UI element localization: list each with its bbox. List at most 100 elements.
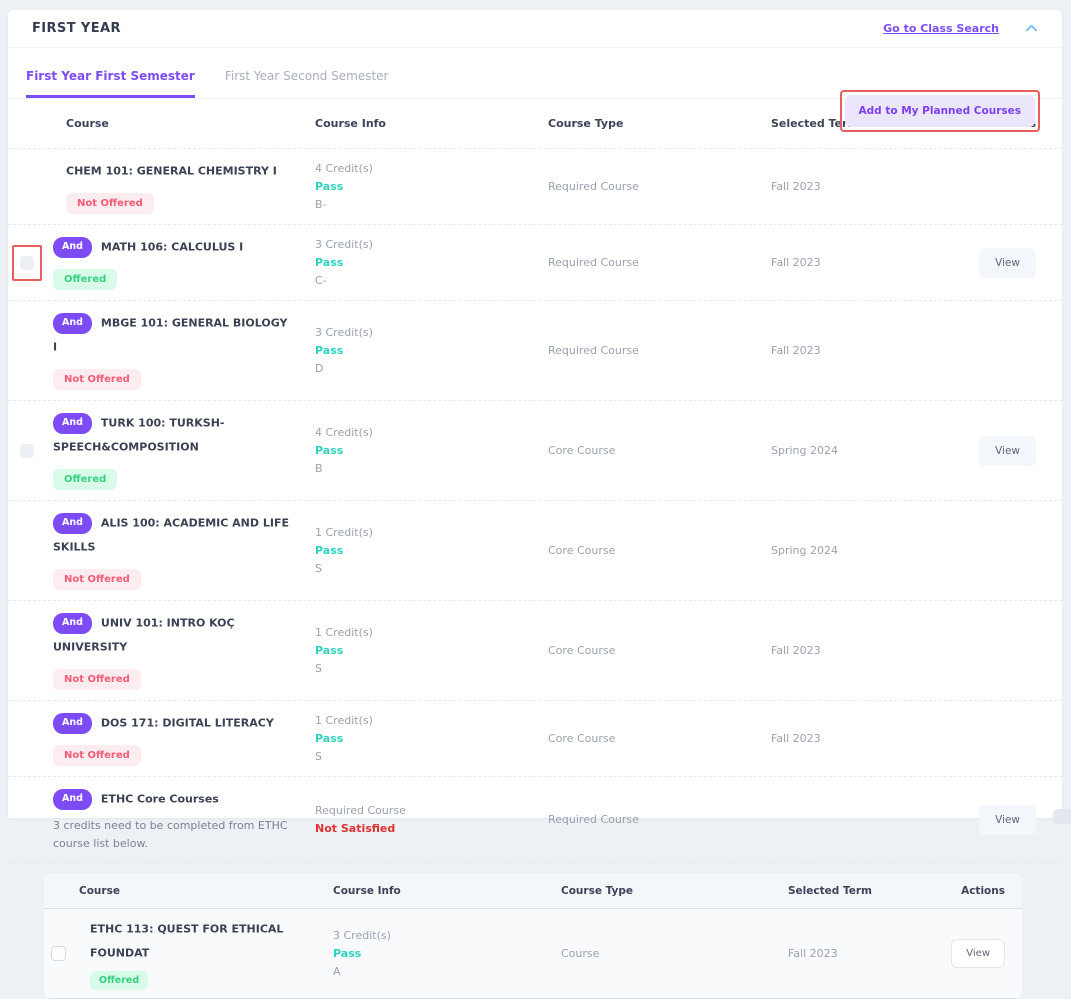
course-info-cell: 3 Credit(s)PassD	[305, 326, 538, 375]
credits-text: 3 Credit(s)	[315, 238, 538, 251]
course-checkbox[interactable]	[20, 256, 34, 270]
page-title: FIRST YEAR	[32, 21, 121, 36]
view-button[interactable]: View	[979, 805, 1036, 835]
view-button[interactable]: View	[979, 248, 1036, 278]
grade-text: A	[333, 965, 551, 978]
course-title: MATH 106: CALCULUS I	[101, 240, 243, 253]
sub-column-header-actions: Actions	[927, 885, 1005, 897]
course-description: 3 credits need to be completed from ETHC…	[53, 817, 293, 852]
credits-text: 4 Credit(s)	[315, 426, 538, 439]
sub-table-header: Course Course Info Course Type Selected …	[44, 873, 1022, 909]
pass-text: Pass	[315, 344, 538, 357]
selected-term-cell: Fall 2023	[761, 256, 958, 269]
and-badge: And	[53, 237, 92, 257]
status-badge: Not Offered	[53, 669, 141, 690]
credits-text: 3 Credit(s)	[333, 929, 551, 942]
course-checkbox[interactable]	[20, 444, 34, 458]
course-row: AndDOS 171: DIGITAL LITERACYNot Offered1…	[8, 701, 1062, 777]
column-header-course: Course	[53, 117, 305, 130]
status-badge: Not Offered	[53, 569, 141, 590]
course-type-cell: Core Course	[538, 732, 761, 745]
course-row: AndMBGE 101: GENERAL BIOLOGY INot Offere…	[8, 301, 1062, 401]
course-row: AndALIS 100: ACADEMIC AND LIFE SKILLSNot…	[8, 501, 1062, 601]
annotation-box-checkbox	[12, 245, 42, 281]
pass-text: Pass	[315, 732, 538, 745]
column-header-course-type: Course Type	[538, 117, 761, 130]
course-title: ETHC Core Courses	[101, 792, 219, 805]
first-year-panel: FIRST YEAR Go to Class Search First Year…	[8, 10, 1062, 818]
course-title: ETHC 113: QUEST FOR ETHICAL FOUNDAT	[90, 922, 283, 959]
not-satisfied-text: Not Satisfied	[315, 822, 538, 835]
course-type-cell: Required Course	[538, 256, 761, 269]
course-title: DOS 171: DIGITAL LITERACY	[101, 716, 274, 729]
pass-text: Pass	[315, 444, 538, 457]
course-info-cell: 4 Credit(s) Pass B	[305, 426, 538, 475]
course-row: AndUNIV 101: INTRO KOÇ UNIVERSITYNot Off…	[8, 601, 1062, 701]
credits-text: Required Course	[315, 804, 538, 817]
course-info-cell: 3 Credit(s)PassA	[323, 929, 551, 978]
selected-term-cell: Fall 2023	[761, 732, 958, 745]
status-badge: Not Offered	[66, 193, 154, 214]
course-row: And ETHC Core Courses 3 credits need to be…	[8, 777, 1062, 863]
course-type-cell: Required Course	[538, 813, 761, 826]
and-badge: And	[53, 313, 92, 333]
course-cell: CHEM 101: GENERAL CHEMISTRY INot Offered	[53, 159, 305, 214]
view-button[interactable]: View	[951, 939, 1005, 968]
grade-text: D	[315, 362, 538, 375]
sub-column-header-course-info: Course Info	[323, 885, 551, 897]
checkbox-cell	[20, 245, 53, 281]
course-checkbox[interactable]	[51, 946, 66, 961]
panel-header: FIRST YEAR Go to Class Search	[8, 10, 1062, 48]
scroll-corner-element	[1053, 809, 1071, 824]
selected-term-cell: Fall 2023	[761, 344, 958, 357]
sub-column-header-course-type: Course Type	[551, 885, 778, 897]
tabs-row: First Year First Semester First Year Sec…	[8, 48, 1062, 99]
sub-column-header-selected-term: Selected Term	[778, 885, 927, 897]
pass-text: Pass	[315, 644, 538, 657]
status-badge: Offered	[53, 469, 117, 490]
sub-column-header-course: Course	[77, 885, 323, 897]
grade-text: S	[315, 562, 538, 575]
course-type-cell: Required Course	[538, 180, 761, 193]
actions-cell: View	[927, 939, 1005, 968]
course-row: AndMATH 106: CALCULUS IOffered3 Credit(s…	[8, 225, 1062, 301]
selected-term-cell: Fall 2023	[778, 947, 927, 960]
course-info-cell: 1 Credit(s)PassS	[305, 714, 538, 763]
go-to-class-search-link[interactable]: Go to Class Search	[883, 22, 999, 35]
credits-text: 1 Credit(s)	[315, 526, 538, 539]
course-type-cell: Core Course	[538, 544, 761, 557]
and-badge: And	[53, 413, 92, 433]
course-type-cell: Core Course	[538, 644, 761, 657]
tab-first-year-second-semester[interactable]: First Year Second Semester	[225, 48, 389, 98]
course-cell: AndALIS 100: ACADEMIC AND LIFE SKILLSNot…	[53, 511, 305, 590]
add-to-planned-courses-button[interactable]: Add to My Planned Courses	[845, 95, 1035, 127]
view-button[interactable]: View	[979, 436, 1036, 466]
grade-text: C-	[315, 274, 538, 287]
status-badge: Not Offered	[53, 745, 141, 766]
and-badge: And	[53, 613, 92, 633]
grade-text: B	[315, 462, 538, 475]
status-badge: Not Offered	[53, 369, 141, 390]
grade-text: S	[315, 750, 538, 763]
actions-cell: View	[958, 436, 1036, 466]
course-cell: AndDOS 171: DIGITAL LITERACYNot Offered	[53, 711, 305, 766]
course-table: Course Course Info Course Type Selected …	[8, 99, 1062, 999]
tab-first-year-first-semester[interactable]: First Year First Semester	[26, 48, 195, 98]
checkbox-cell	[20, 444, 53, 458]
selected-term-cell: Fall 2023	[761, 180, 958, 193]
checkbox-cell	[51, 946, 77, 961]
course-cell: AndUNIV 101: INTRO KOÇ UNIVERSITYNot Off…	[53, 611, 305, 690]
course-cell: AndMATH 106: CALCULUS IOffered	[53, 235, 305, 290]
selected-term-cell: Fall 2023	[761, 644, 958, 657]
and-badge: And	[53, 513, 92, 533]
course-info-cell: 1 Credit(s) Pass S	[305, 526, 538, 575]
chevron-up-icon[interactable]	[1025, 22, 1038, 35]
actions-cell: View	[958, 805, 1036, 835]
course-cell: ETHC 113: QUEST FOR ETHICAL FOUNDATOffer…	[77, 917, 323, 990]
and-badge: And	[53, 789, 92, 809]
course-row: ETHC 113: QUEST FOR ETHICAL FOUNDATOffer…	[44, 909, 1022, 999]
selected-term-cell: Spring 2024	[761, 444, 958, 457]
course-row: AndTURK 100: TURKSH-SPEECH&COMPOSITIONOf…	[8, 401, 1062, 501]
course-row: CHEM 101: GENERAL CHEMISTRY INot Offered…	[8, 149, 1062, 225]
pass-text: Pass	[315, 544, 538, 557]
